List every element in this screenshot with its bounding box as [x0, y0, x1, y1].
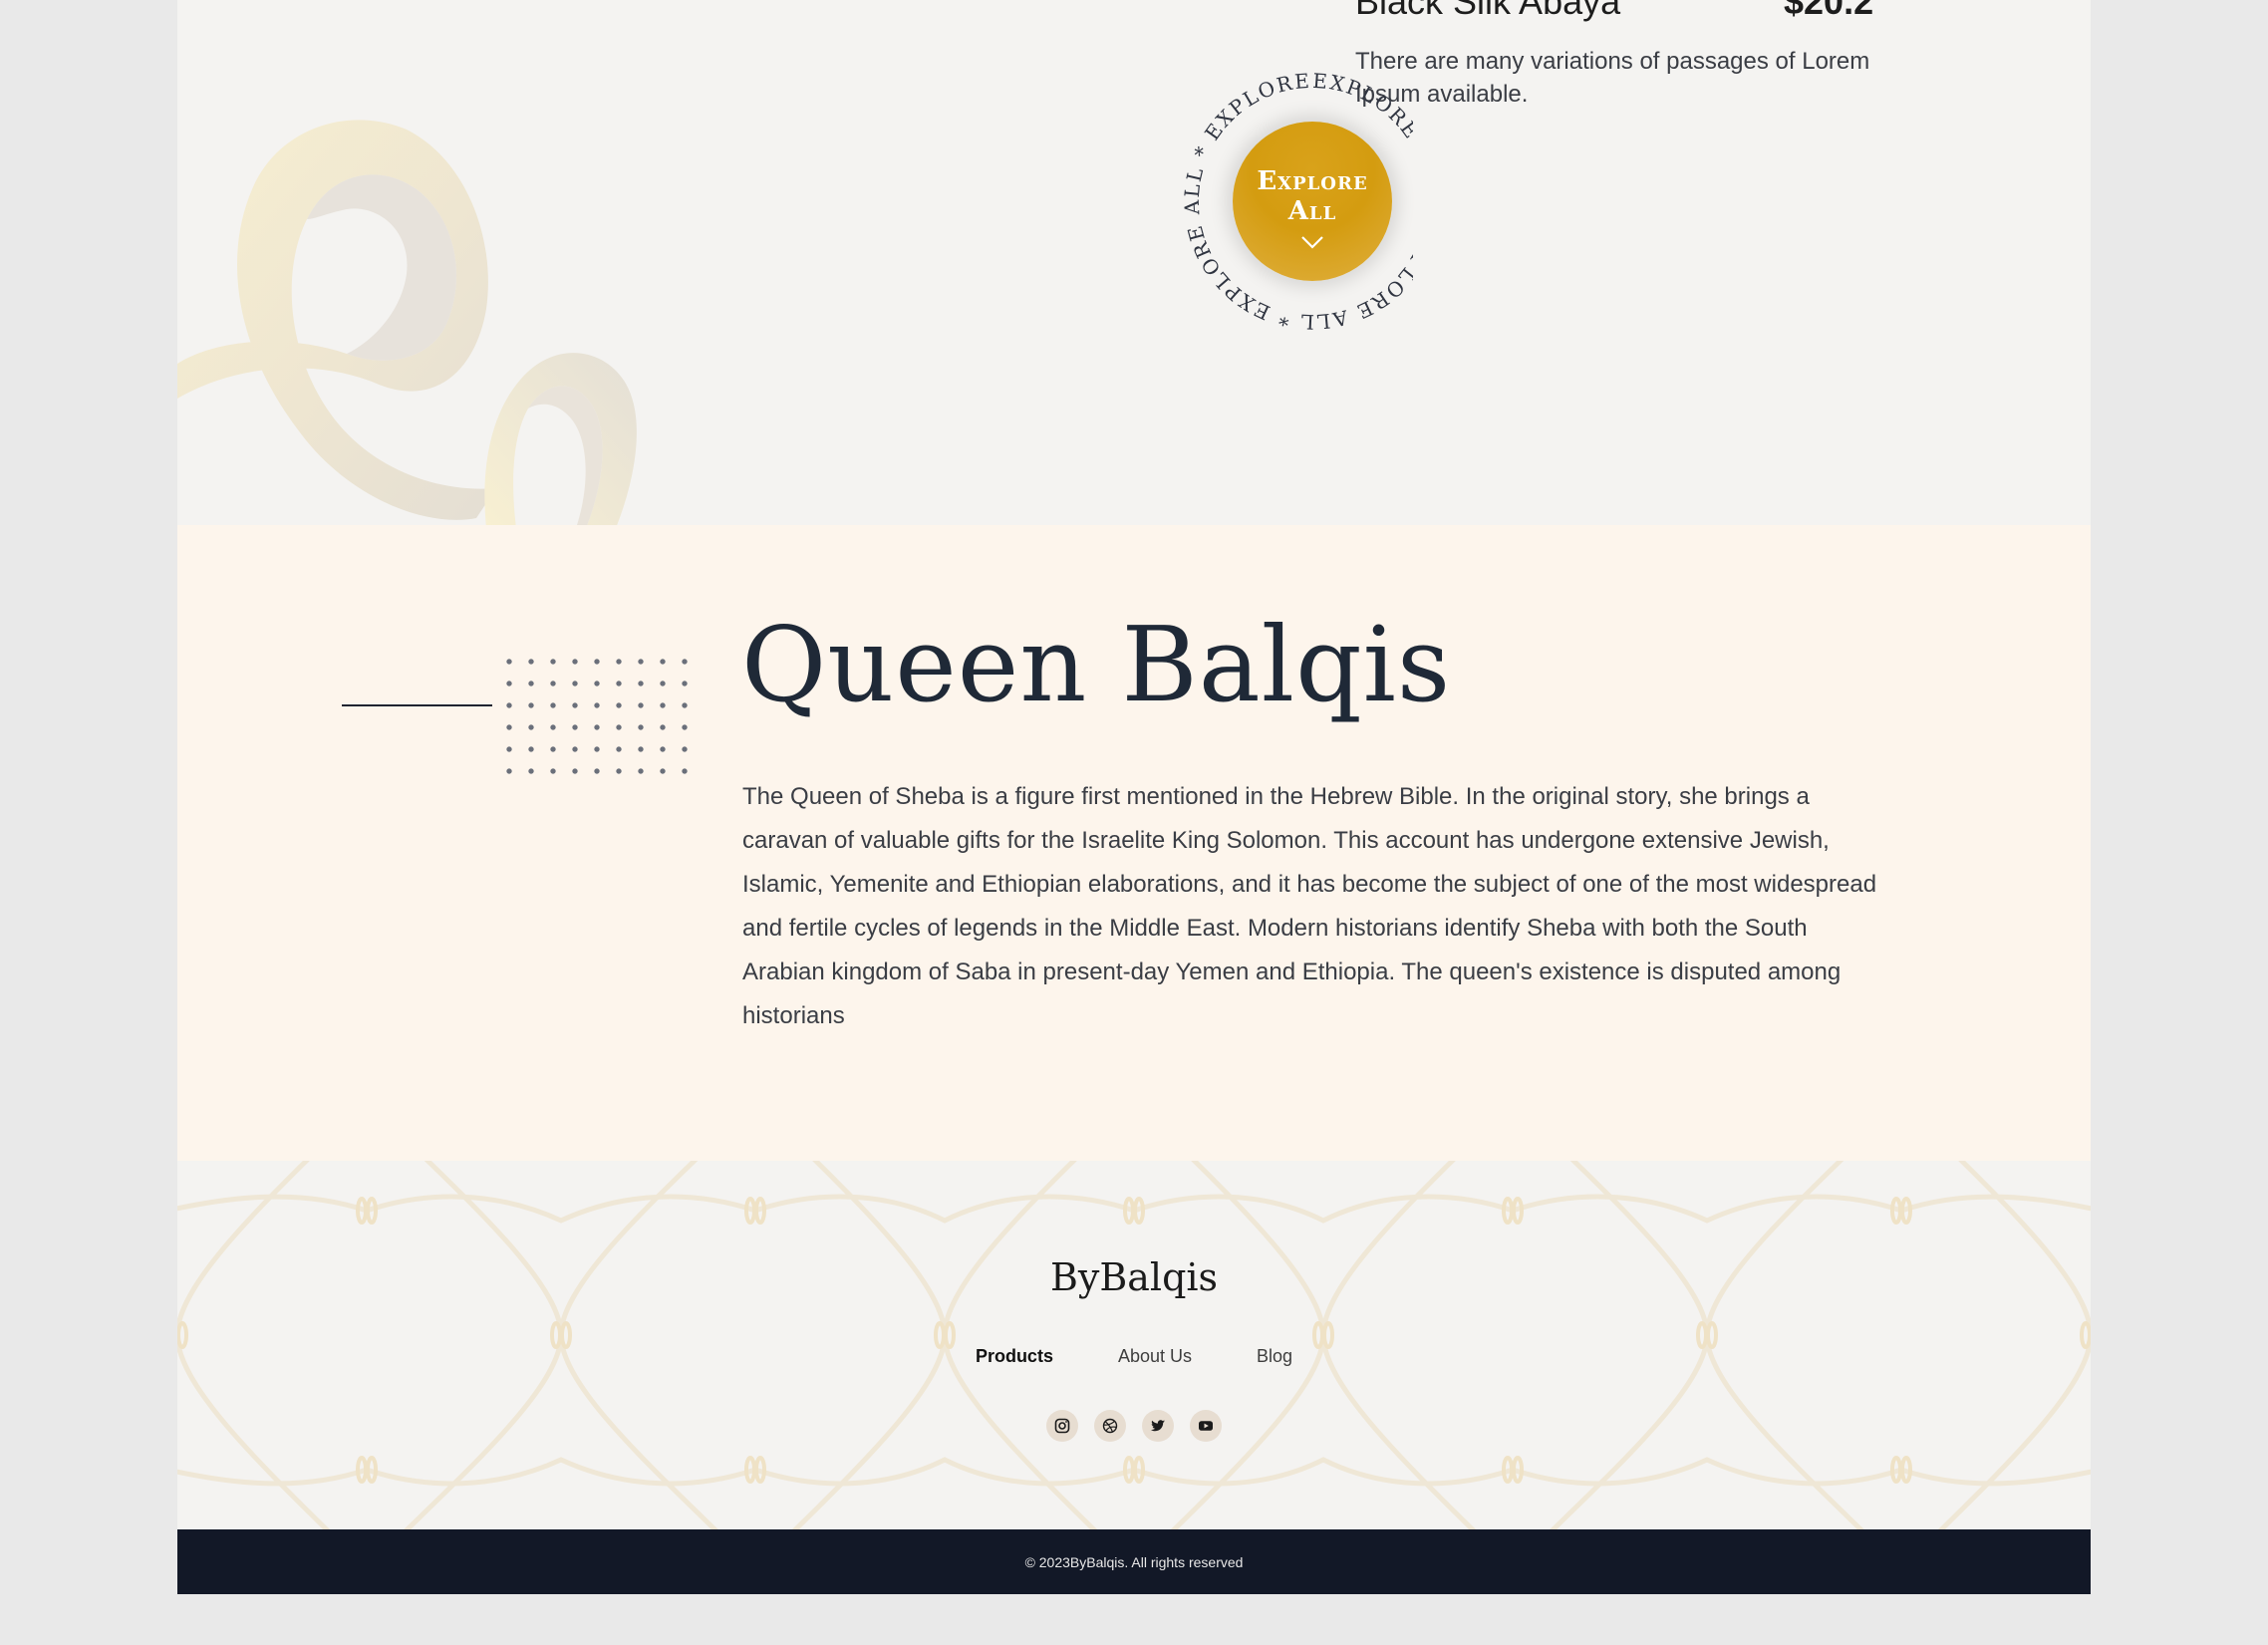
instagram-icon: [1054, 1418, 1070, 1434]
footer-nav: Products About Us Blog: [177, 1344, 2091, 1368]
footer-nav-blog[interactable]: Blog: [1257, 1344, 1292, 1368]
footer-logo[interactable]: ByBalqis: [177, 1253, 2091, 1301]
product-name: Black Silk Abaya: [1355, 0, 1621, 22]
decorative-dot-grid: [498, 651, 704, 790]
social-links: [177, 1410, 2091, 1442]
story-title: Queen Balqis: [741, 604, 1452, 725]
footer-nav-about-us[interactable]: About Us: [1118, 1344, 1192, 1368]
explore-all-circle[interactable]: Explore All: [1233, 122, 1392, 281]
footer-nav-products[interactable]: Products: [976, 1344, 1053, 1368]
copyright-bar: © 2023ByBalqis. All rights reserved: [177, 1529, 2091, 1594]
twitter-button[interactable]: [1142, 1410, 1174, 1442]
chevron-down-icon: [1301, 236, 1323, 249]
product-description: There are many variations of passages of…: [1355, 48, 1870, 108]
story-section: Queen Balqis The Queen of Sheba is a fig…: [177, 525, 2091, 1161]
dribbble-button[interactable]: [1094, 1410, 1126, 1442]
explore-all-button[interactable]: EXPLORE ALL * EXPLORE ALL * EXPLORE ALL …: [1012, 63, 1413, 463]
dribbble-icon: [1102, 1418, 1118, 1434]
instagram-button[interactable]: [1046, 1410, 1078, 1442]
footer: ByBalqis Products About Us Blog: [177, 1161, 2091, 1529]
copyright-text: © 2023ByBalqis. All rights reserved: [1024, 1554, 1244, 1570]
decorative-line: [342, 704, 492, 706]
product-section: Black Silk Abaya $20.2 There are many va…: [177, 0, 2091, 525]
story-body: The Queen of Sheba is a figure first men…: [742, 783, 1877, 1029]
product-price: $20.2: [1784, 0, 1874, 22]
youtube-icon: [1199, 1421, 1213, 1431]
explore-all-label: Explore All: [1257, 166, 1368, 226]
youtube-button[interactable]: [1190, 1410, 1222, 1442]
twitter-icon: [1150, 1420, 1165, 1432]
ribbon-decoration: [177, 120, 637, 525]
page: Black Silk Abaya $20.2 There are many va…: [177, 0, 2091, 1594]
